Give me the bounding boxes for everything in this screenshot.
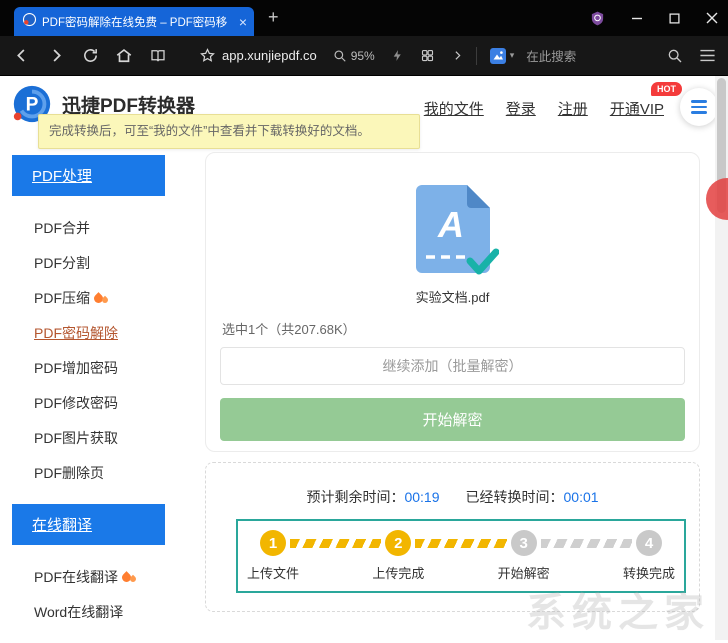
browser-toolbar: app.xunjiepdf.co 95% ▾ 在此搜索 [0, 36, 728, 76]
minimize-button[interactable] [631, 12, 643, 24]
elapsed-time-label: 已经转换时间： [466, 489, 564, 505]
chevron-right-icon[interactable] [451, 49, 464, 62]
add-more-button[interactable]: 继续添加（批量解密） [220, 347, 685, 385]
address-bar[interactable]: app.xunjiepdf.co [222, 48, 317, 63]
scrollbar-thumb[interactable] [717, 78, 726, 213]
elapsed-time-value: 00:01 [564, 489, 599, 505]
sidebar-section-translate[interactable]: 在线翻译 [12, 504, 165, 545]
zoom-level: 95% [351, 49, 375, 63]
selection-info: 选中1个（共207.68K） [222, 319, 356, 338]
flash-icon[interactable] [391, 48, 404, 63]
home-icon[interactable] [115, 47, 133, 65]
progress-steps: 1 2 3 4 上传文件 上传完成 开始解密 转换完成 [236, 519, 686, 593]
bookmark-star-icon[interactable] [199, 47, 216, 64]
step-circle-4: 4 [636, 530, 662, 556]
hint-tooltip-text: 完成转换后，可至“我的文件”中查看并下载转换好的文档。 [49, 124, 370, 138]
file-panel: A 实验文档.pdf 选中1个（共207.68K） 继续添加（批量解密） 开始解… [205, 152, 700, 452]
sidebar-item-pdf-extract-images[interactable]: PDF图片获取 [12, 420, 165, 455]
browser-titlebar: PDF密码解除在线免费 – PDF密码移 × + [0, 0, 728, 36]
sidebar: PDF处理 PDF合并 PDF分割 PDF压缩 PDF密码解除 PDF增加密码 … [12, 155, 165, 643]
time-info: 预计剩余时间：00:19 已经转换时间：00:01 [206, 487, 699, 507]
step-circle-3: 3 [511, 530, 537, 556]
svg-text:A: A [437, 204, 464, 245]
step-label-3: 开始解密 [496, 563, 552, 582]
zoom-magnifier-icon [333, 49, 347, 63]
forward-icon[interactable] [47, 46, 66, 65]
progress-panel: 预计剩余时间：00:19 已经转换时间：00:01 1 2 3 4 上传文件 上传… [205, 462, 700, 612]
sidebar-item-pdf-translate[interactable]: PDF在线翻译 [12, 559, 165, 594]
progress-bar-2 [415, 539, 506, 548]
hot-badge: HOT [651, 82, 682, 96]
step-circle-2: 2 [385, 530, 411, 556]
web-page: P 迅捷PDF转换器 我的文件 登录 注册 开通VIP HOT 完成转换后，可至… [0, 76, 728, 640]
image-tool-icon[interactable] [489, 47, 507, 65]
svg-text:P: P [26, 95, 39, 116]
file-name: 实验文档.pdf [206, 287, 699, 306]
apps-grid-icon[interactable] [420, 48, 435, 63]
toolbar-divider [476, 47, 477, 65]
pdf-file-icon: A [407, 181, 499, 284]
back-icon[interactable] [12, 46, 31, 65]
start-decrypt-button[interactable]: 开始解密 [220, 398, 685, 441]
site-menu-button[interactable] [680, 88, 718, 126]
progress-bar-1 [290, 539, 381, 548]
zoom-control[interactable]: 95% [333, 49, 375, 63]
sidebar-item-pdf-change-password[interactable]: PDF修改密码 [12, 385, 165, 420]
sidebar-section-pdf[interactable]: PDF处理 [12, 155, 165, 196]
step-label-4: 转换完成 [621, 563, 677, 582]
refresh-icon[interactable] [82, 47, 99, 64]
shield-icon[interactable] [590, 10, 605, 27]
reading-mode-icon[interactable] [149, 47, 167, 65]
fire-icon [122, 570, 136, 584]
remaining-time-label: 预计剩余时间： [306, 489, 404, 505]
sidebar-item-word-translate[interactable]: Word在线翻译 [12, 594, 165, 629]
new-tab-icon[interactable]: + [268, 8, 279, 26]
sidebar-item-pdf-add-password[interactable]: PDF增加密码 [12, 350, 165, 385]
progress-bar-3 [541, 539, 632, 548]
top-nav: 我的文件 登录 注册 开通VIP HOT [424, 98, 664, 119]
remaining-time-value: 00:19 [404, 489, 439, 505]
sidebar-item-pdf-merge[interactable]: PDF合并 [12, 210, 165, 245]
sidebar-item-pdf-split[interactable]: PDF分割 [12, 245, 165, 280]
step-label-1: 上传文件 [245, 563, 301, 582]
search-icon[interactable] [667, 48, 683, 64]
step-label-2: 上传完成 [370, 563, 426, 582]
sidebar-item-pdf-compress[interactable]: PDF压缩 [12, 280, 165, 315]
tool-caret-icon[interactable]: ▾ [510, 50, 515, 61]
nav-register[interactable]: 注册 [558, 98, 588, 119]
nav-login[interactable]: 登录 [506, 98, 536, 119]
tab-close-icon[interactable]: × [239, 15, 247, 29]
nav-my-files[interactable]: 我的文件 [424, 98, 484, 119]
site-favicon-icon [22, 12, 37, 32]
fire-icon [94, 291, 108, 305]
close-button[interactable] [706, 12, 718, 24]
menu-icon[interactable] [699, 48, 716, 63]
hint-tooltip: 完成转换后，可至“我的文件”中查看并下载转换好的文档。 [38, 114, 420, 149]
sidebar-item-pdf-remove-password[interactable]: PDF密码解除 [12, 315, 165, 350]
page-scrollbar[interactable] [715, 76, 728, 640]
tab-title: PDF密码解除在线免费 – PDF密码移 [42, 14, 234, 30]
sidebar-item-pdf-delete-pages[interactable]: PDF删除页 [12, 455, 165, 490]
nav-vip[interactable]: 开通VIP HOT [610, 98, 664, 119]
maximize-button[interactable] [669, 13, 680, 24]
search-input[interactable]: 在此搜索 [526, 46, 576, 65]
step-circle-1: 1 [260, 530, 286, 556]
browser-tab[interactable]: PDF密码解除在线免费 – PDF密码移 × [14, 7, 254, 36]
